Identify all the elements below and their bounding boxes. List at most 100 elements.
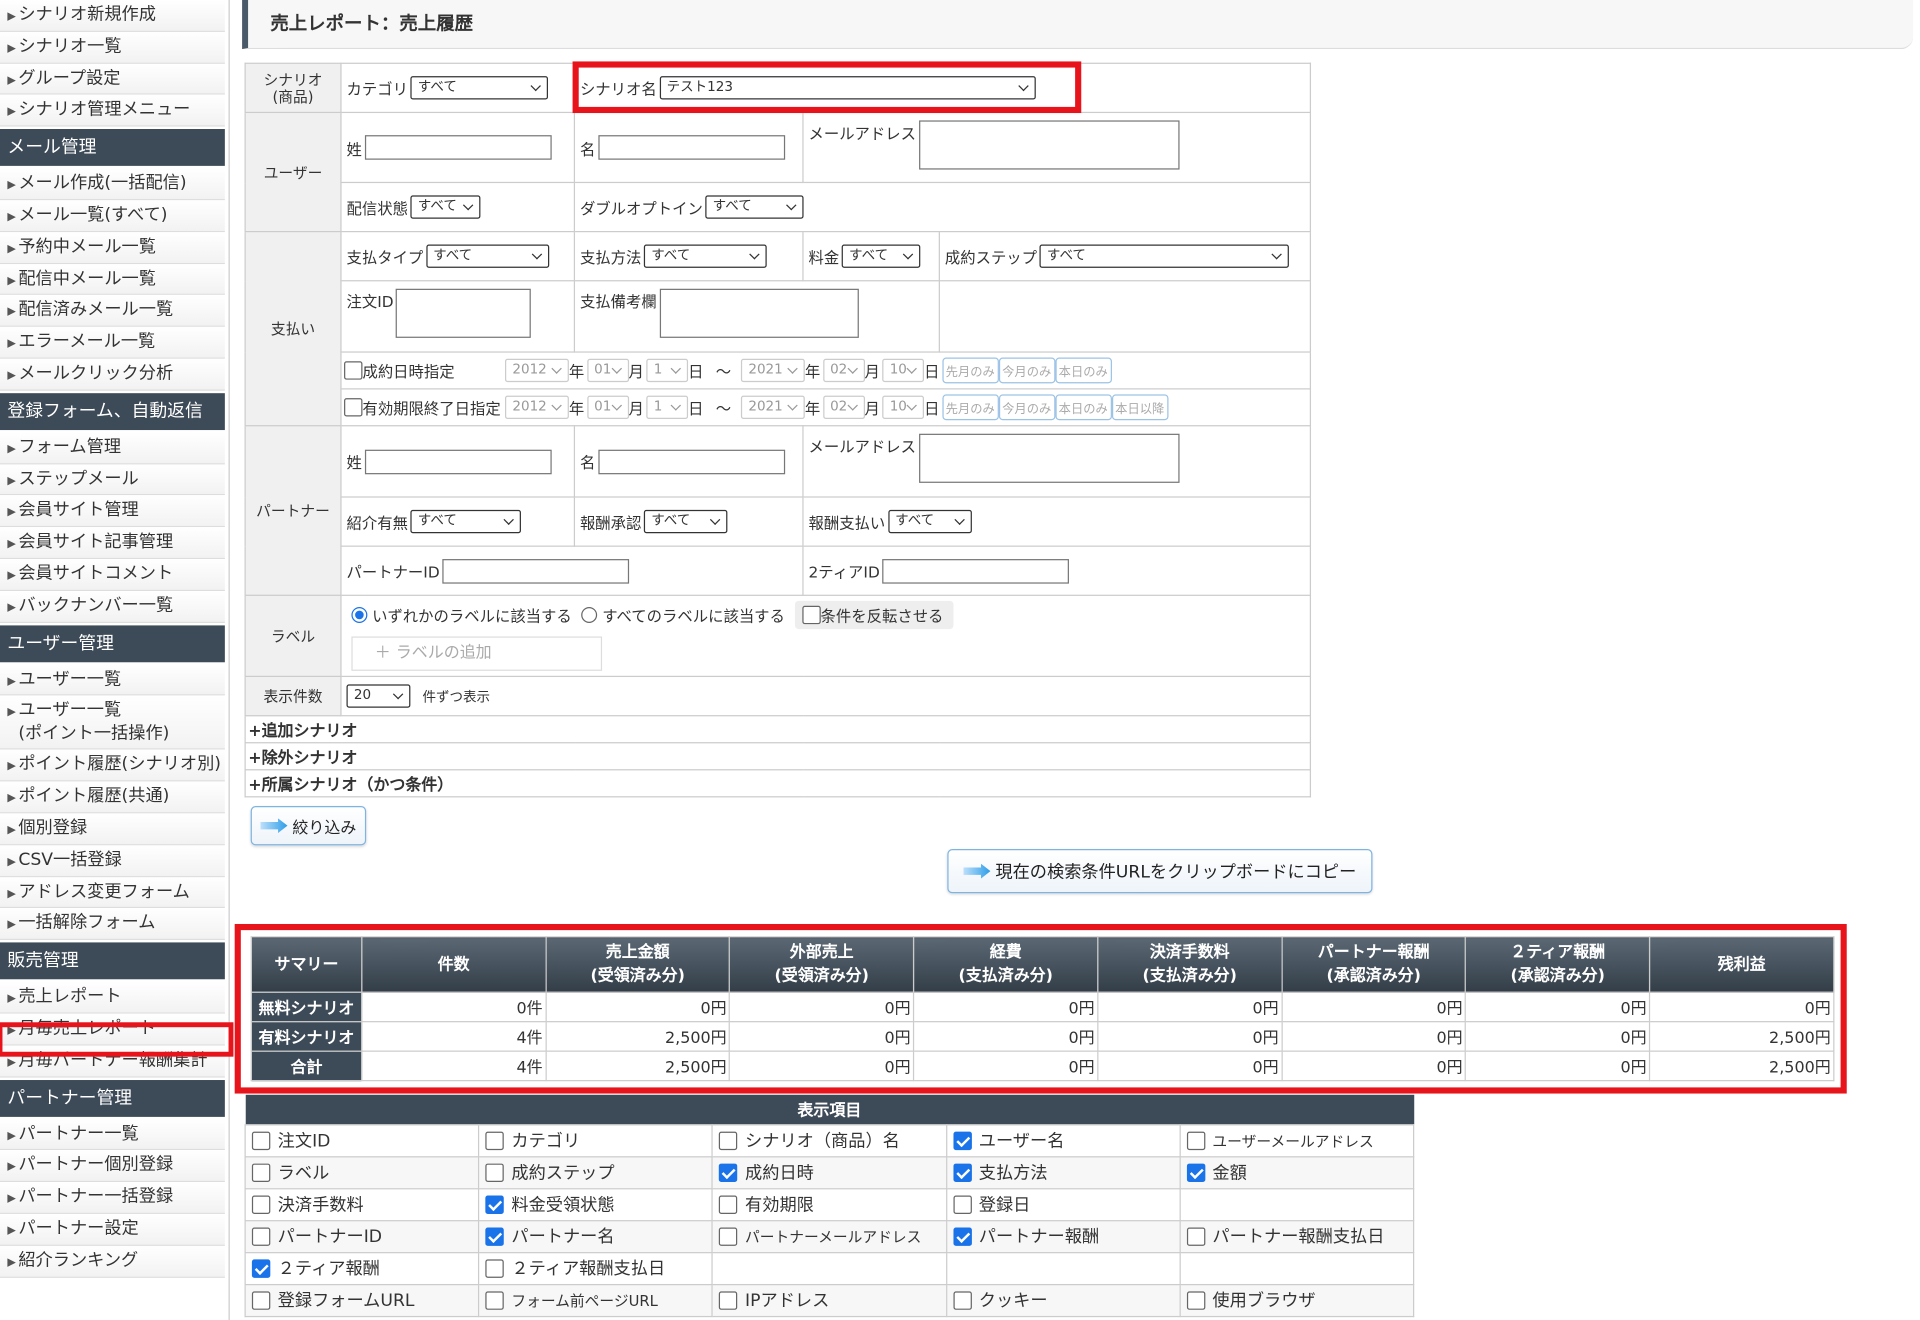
tier2-id-input[interactable] bbox=[882, 558, 1069, 584]
display-item-checkbox[interactable] bbox=[251, 1162, 271, 1182]
after-today-button[interactable]: 本日以降 bbox=[1111, 394, 1169, 421]
sidebar-item[interactable]: ▶ 売上レポート bbox=[0, 981, 225, 1014]
delivery-status-select[interactable]: すべて bbox=[410, 195, 481, 219]
last-month-button[interactable]: 先月のみ bbox=[941, 357, 999, 384]
sidebar-item[interactable]: ▶ 紹介ランキング bbox=[0, 1245, 225, 1278]
display-item-checkbox[interactable] bbox=[485, 1131, 504, 1150]
pay-type-select[interactable]: すべて bbox=[425, 244, 549, 268]
display-item-checkbox[interactable] bbox=[1186, 1131, 1206, 1150]
partner-email-textarea[interactable] bbox=[918, 433, 1179, 483]
display-item-checkbox[interactable] bbox=[251, 1258, 271, 1278]
expire-to-day[interactable]: 10 bbox=[882, 395, 925, 419]
sidebar-item[interactable]: ▶ エラーメール一覧 bbox=[0, 327, 225, 359]
exclude-scenario-toggle[interactable]: +除外シナリオ bbox=[244, 742, 1312, 771]
display-item[interactable]: パートナーメールアドレス bbox=[711, 1219, 947, 1253]
this-month-button[interactable]: 今月のみ bbox=[998, 394, 1055, 421]
sidebar-item[interactable]: ▶ パートナー一覧 bbox=[0, 1118, 225, 1151]
label-add-button[interactable]: ＋ ラベルの追加 bbox=[351, 636, 603, 671]
display-item[interactable]: パートナー名 bbox=[478, 1219, 714, 1253]
sidebar-item[interactable]: ▶ パートナー設定 bbox=[0, 1213, 225, 1246]
expire-from-month[interactable]: 01 bbox=[586, 395, 629, 419]
copy-url-button[interactable]: 現在の検索条件URLをクリップボードにコピー bbox=[947, 849, 1373, 894]
display-item[interactable]: パートナー報酬支払日 bbox=[1179, 1219, 1415, 1253]
count-select[interactable]: 20 bbox=[346, 684, 411, 708]
this-month-button[interactable]: 今月のみ bbox=[998, 357, 1055, 384]
pay-note-textarea[interactable] bbox=[659, 288, 859, 338]
expire-to-year[interactable]: 2021 bbox=[740, 395, 805, 419]
sidebar-item[interactable]: ▶ 一括解除フォーム bbox=[0, 908, 225, 941]
display-item-checkbox[interactable] bbox=[1186, 1162, 1206, 1182]
referral-select[interactable]: すべて bbox=[410, 509, 521, 534]
display-item[interactable]: フォーム前ページURL bbox=[478, 1283, 714, 1317]
sidebar-item[interactable]: ▶ シナリオ新規作成 bbox=[0, 0, 225, 32]
expire-to-month[interactable]: 02 bbox=[822, 395, 865, 419]
today-button[interactable]: 本日のみ bbox=[1054, 357, 1112, 384]
contract-to-day[interactable]: 10 bbox=[882, 358, 925, 383]
display-item-checkbox[interactable] bbox=[1186, 1226, 1206, 1246]
expire-from-year[interactable]: 2012 bbox=[504, 395, 569, 419]
sidebar-item[interactable]: ▶ 予約中メール一覧 bbox=[0, 231, 225, 264]
sidebar-item[interactable]: ▶ CSV一括登録 bbox=[0, 845, 225, 877]
label-all-radio[interactable] bbox=[581, 606, 598, 623]
display-item[interactable]: パートナー報酬 bbox=[945, 1219, 1181, 1253]
display-item-checkbox[interactable] bbox=[485, 1162, 504, 1182]
display-item[interactable]: 成約日時 bbox=[711, 1155, 947, 1189]
display-item-checkbox[interactable] bbox=[952, 1226, 972, 1246]
user-last-name-input[interactable] bbox=[364, 135, 552, 160]
display-item-checkbox[interactable] bbox=[719, 1290, 738, 1310]
display-item[interactable]: 使用ブラウザ bbox=[1179, 1283, 1415, 1317]
display-item[interactable]: 有効期限 bbox=[711, 1187, 947, 1221]
sidebar-item[interactable]: ▶ ポイント履歴(シナリオ別) bbox=[0, 749, 225, 782]
belong-scenario-toggle[interactable]: +所属シナリオ（かつ条件） bbox=[244, 769, 1312, 798]
display-item[interactable]: ２ティア報酬 bbox=[244, 1251, 480, 1285]
sidebar-item[interactable]: ▶ メール作成(一括配信) bbox=[0, 168, 225, 201]
sidebar-item[interactable]: ▶ ユーザー一覧 (ポイント一括操作) bbox=[0, 695, 225, 750]
display-item-checkbox[interactable] bbox=[485, 1258, 504, 1278]
reward-pay-select[interactable]: すべて bbox=[887, 509, 972, 534]
display-item-checkbox[interactable] bbox=[485, 1290, 504, 1310]
user-first-name-input[interactable] bbox=[597, 135, 785, 160]
contract-from-year[interactable]: 2012 bbox=[504, 358, 569, 383]
display-item[interactable]: IPアドレス bbox=[711, 1283, 947, 1317]
contract-from-month[interactable]: 01 bbox=[586, 358, 629, 383]
contract-to-month[interactable]: 02 bbox=[822, 358, 865, 383]
display-item-checkbox[interactable] bbox=[719, 1131, 738, 1150]
label-any-radio[interactable] bbox=[351, 606, 368, 623]
filter-button[interactable]: 絞り込み bbox=[250, 806, 367, 846]
sidebar-item[interactable]: ▶ 会員サイト管理 bbox=[0, 495, 225, 528]
display-item[interactable]: 注文ID bbox=[244, 1123, 480, 1157]
double-optin-select[interactable]: すべて bbox=[705, 195, 804, 219]
display-item[interactable]: ２ティア報酬支払日 bbox=[478, 1251, 714, 1285]
sidebar-item[interactable]: ▶ 会員サイトコメント bbox=[0, 559, 225, 591]
display-item-checkbox[interactable] bbox=[952, 1290, 972, 1310]
display-item[interactable]: 登録フォームURL bbox=[244, 1283, 480, 1317]
contract-from-day[interactable]: 1 bbox=[646, 358, 689, 383]
sidebar-item[interactable]: ▶ ユーザー一覧 bbox=[0, 664, 225, 696]
display-item-checkbox[interactable] bbox=[719, 1194, 738, 1214]
last-month-button[interactable]: 先月のみ bbox=[941, 394, 999, 421]
display-item-checkbox[interactable] bbox=[251, 1131, 271, 1150]
sidebar-item[interactable]: ▶ フォーム管理 bbox=[0, 432, 225, 464]
sidebar-item[interactable]: ▶ ステップメール bbox=[0, 463, 225, 496]
display-item[interactable]: 支払方法 bbox=[945, 1155, 1181, 1189]
display-item[interactable]: ユーザー名 bbox=[945, 1123, 1181, 1157]
display-item-checkbox[interactable] bbox=[1186, 1290, 1206, 1310]
order-id-textarea[interactable] bbox=[396, 288, 532, 338]
display-item-checkbox[interactable] bbox=[251, 1290, 271, 1310]
label-invert-checkbox[interactable] bbox=[802, 605, 821, 625]
display-item[interactable]: 決済手数料 bbox=[244, 1187, 480, 1221]
display-item-checkbox[interactable] bbox=[251, 1226, 271, 1246]
sidebar-item[interactable]: ▶ ポイント履歴(共通) bbox=[0, 781, 225, 814]
sidebar-item[interactable]: ▶ 配信済みメール一覧 bbox=[0, 295, 225, 328]
today-button[interactable]: 本日のみ bbox=[1054, 394, 1112, 421]
sidebar-item[interactable]: ▶ メールクリック分析 bbox=[0, 358, 225, 391]
pay-method-select[interactable]: すべて bbox=[643, 244, 767, 268]
display-item-checkbox[interactable] bbox=[952, 1131, 972, 1150]
sidebar-item[interactable]: ▶ パートナー個別登録 bbox=[0, 1150, 225, 1183]
sidebar-item[interactable]: ▶ パートナー一括登録 bbox=[0, 1182, 225, 1214]
category-select[interactable]: すべて bbox=[410, 76, 549, 100]
partner-first-name-input[interactable] bbox=[597, 449, 785, 474]
add-scenario-toggle[interactable]: +追加シナリオ bbox=[244, 715, 1312, 744]
sidebar-item[interactable]: ▶ 配信中メール一覧 bbox=[0, 263, 225, 296]
user-email-textarea[interactable] bbox=[918, 120, 1179, 170]
